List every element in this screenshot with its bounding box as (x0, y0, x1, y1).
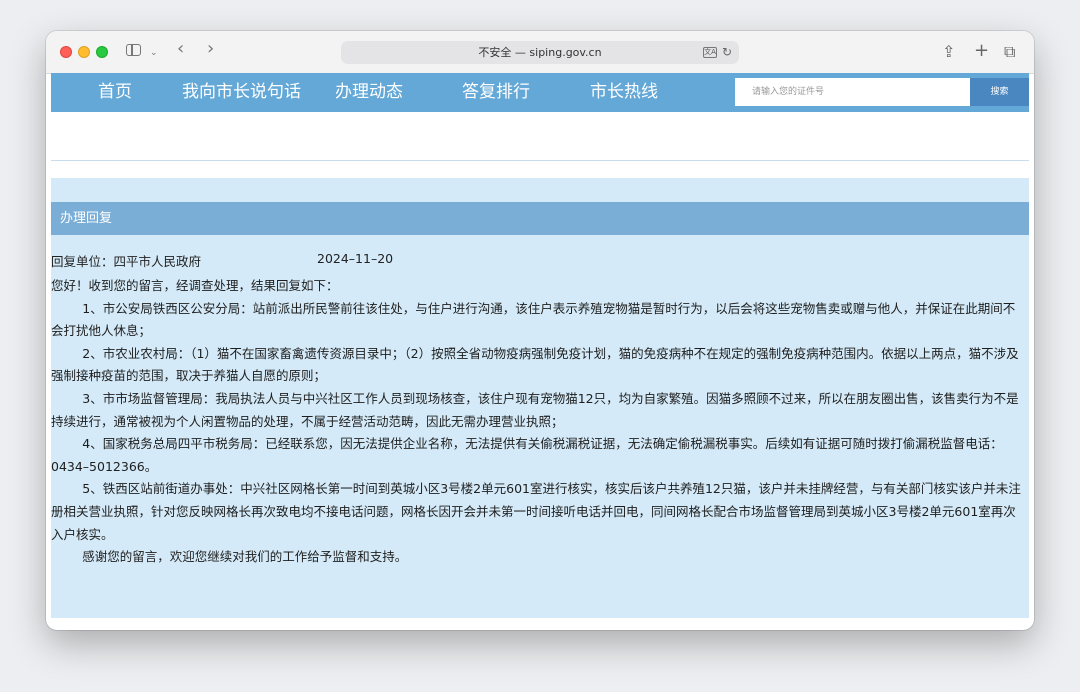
reload-icon[interactable]: ↻ (722, 41, 732, 64)
translate-icon[interactable]: 文A (703, 47, 717, 58)
tab-overview-icon[interactable]: ⧉ (1004, 42, 1015, 62)
new-tab-icon[interactable]: + (974, 40, 989, 61)
section-title: 办理回复 (60, 211, 113, 226)
chevron-down-icon[interactable]: ⌄ (150, 46, 158, 60)
reply-closing: 感谢您的留言，欢迎您继续对我们的工作给予监督和支持。 (82, 549, 408, 565)
forward-arrow-icon[interactable]: › (207, 40, 214, 58)
nav-item-reply-ranking[interactable]: 答复排行 (462, 73, 530, 112)
search-button[interactable]: 搜索 (970, 78, 1029, 106)
browser-toolbar: ⌄ ‹ › 不安全 — siping.gov.cn 文A ↻ ⇪ + ⧉ (46, 31, 1034, 74)
nav-item-processing-status[interactable]: 办理动态 (335, 73, 403, 112)
address-text: 不安全 — siping.gov.cn (478, 46, 602, 59)
browser-window: ⌄ ‹ › 不安全 — siping.gov.cn 文A ↻ ⇪ + ⧉ 首页 … (46, 31, 1034, 630)
nav-item-home[interactable]: 首页 (98, 73, 132, 112)
site-nav-bar: 首页 我向市长说句话 办理动态 答复排行 市长热线 搜索 (51, 73, 1029, 112)
reply-panel: 办理回复 回复单位：四平市人民政府 2024–11–20 您好！收到您的留言，经… (51, 178, 1029, 618)
minimize-window-button[interactable] (78, 46, 90, 58)
fullscreen-window-button[interactable] (96, 46, 108, 58)
close-window-button[interactable] (60, 46, 72, 58)
share-icon[interactable]: ⇪ (942, 42, 955, 61)
reply-paragraph: 5、铁西区站前街道办事处：中兴社区网格长第一时间到英城小区3号楼2单元601室进… (51, 481, 1021, 542)
reply-body: 您好！收到您的留言，经调查处理，结果回复如下： 1、市公安局铁西区公安分局：站前… (51, 275, 1026, 569)
reply-greeting: 您好！收到您的留言，经调查处理，结果回复如下： (51, 278, 339, 293)
divider (51, 160, 1029, 161)
section-header: 办理回复 (51, 202, 1029, 235)
nav-item-mayor-hotline[interactable]: 市长热线 (590, 73, 658, 112)
id-number-search-input[interactable] (735, 78, 970, 106)
sidebar-toggle-icon[interactable] (126, 44, 141, 56)
nav-item-message-mayor[interactable]: 我向市长说句话 (182, 73, 301, 112)
back-arrow-icon[interactable]: ‹ (177, 40, 184, 58)
reply-paragraph: 4、国家税务总局四平市税务局：已经联系您，因无法提供企业名称，无法提供有关偷税漏… (51, 436, 1003, 474)
reply-paragraph: 3、市市场监督管理局：我局执法人员与中兴社区工作人员到现场核查，该住户现有宠物猫… (51, 390, 1019, 429)
address-bar[interactable]: 不安全 — siping.gov.cn 文A ↻ (341, 41, 739, 64)
reply-paragraph: 1、市公安局铁西区公安分局：站前派出所民警前往该住处，与住户进行沟通，该住户表示… (51, 300, 1016, 339)
reply-date: 2024–11–20 (317, 251, 394, 266)
reply-meta: 回复单位：四平市人民政府 2024–11–20 (51, 251, 393, 270)
reply-unit: 回复单位：四平市人民政府 (51, 254, 202, 269)
reply-paragraph: 2、市农业农村局：（1）猫不在国家畜禽遗传资源目录中；（2）按照全省动物疫病强制… (51, 345, 1019, 384)
